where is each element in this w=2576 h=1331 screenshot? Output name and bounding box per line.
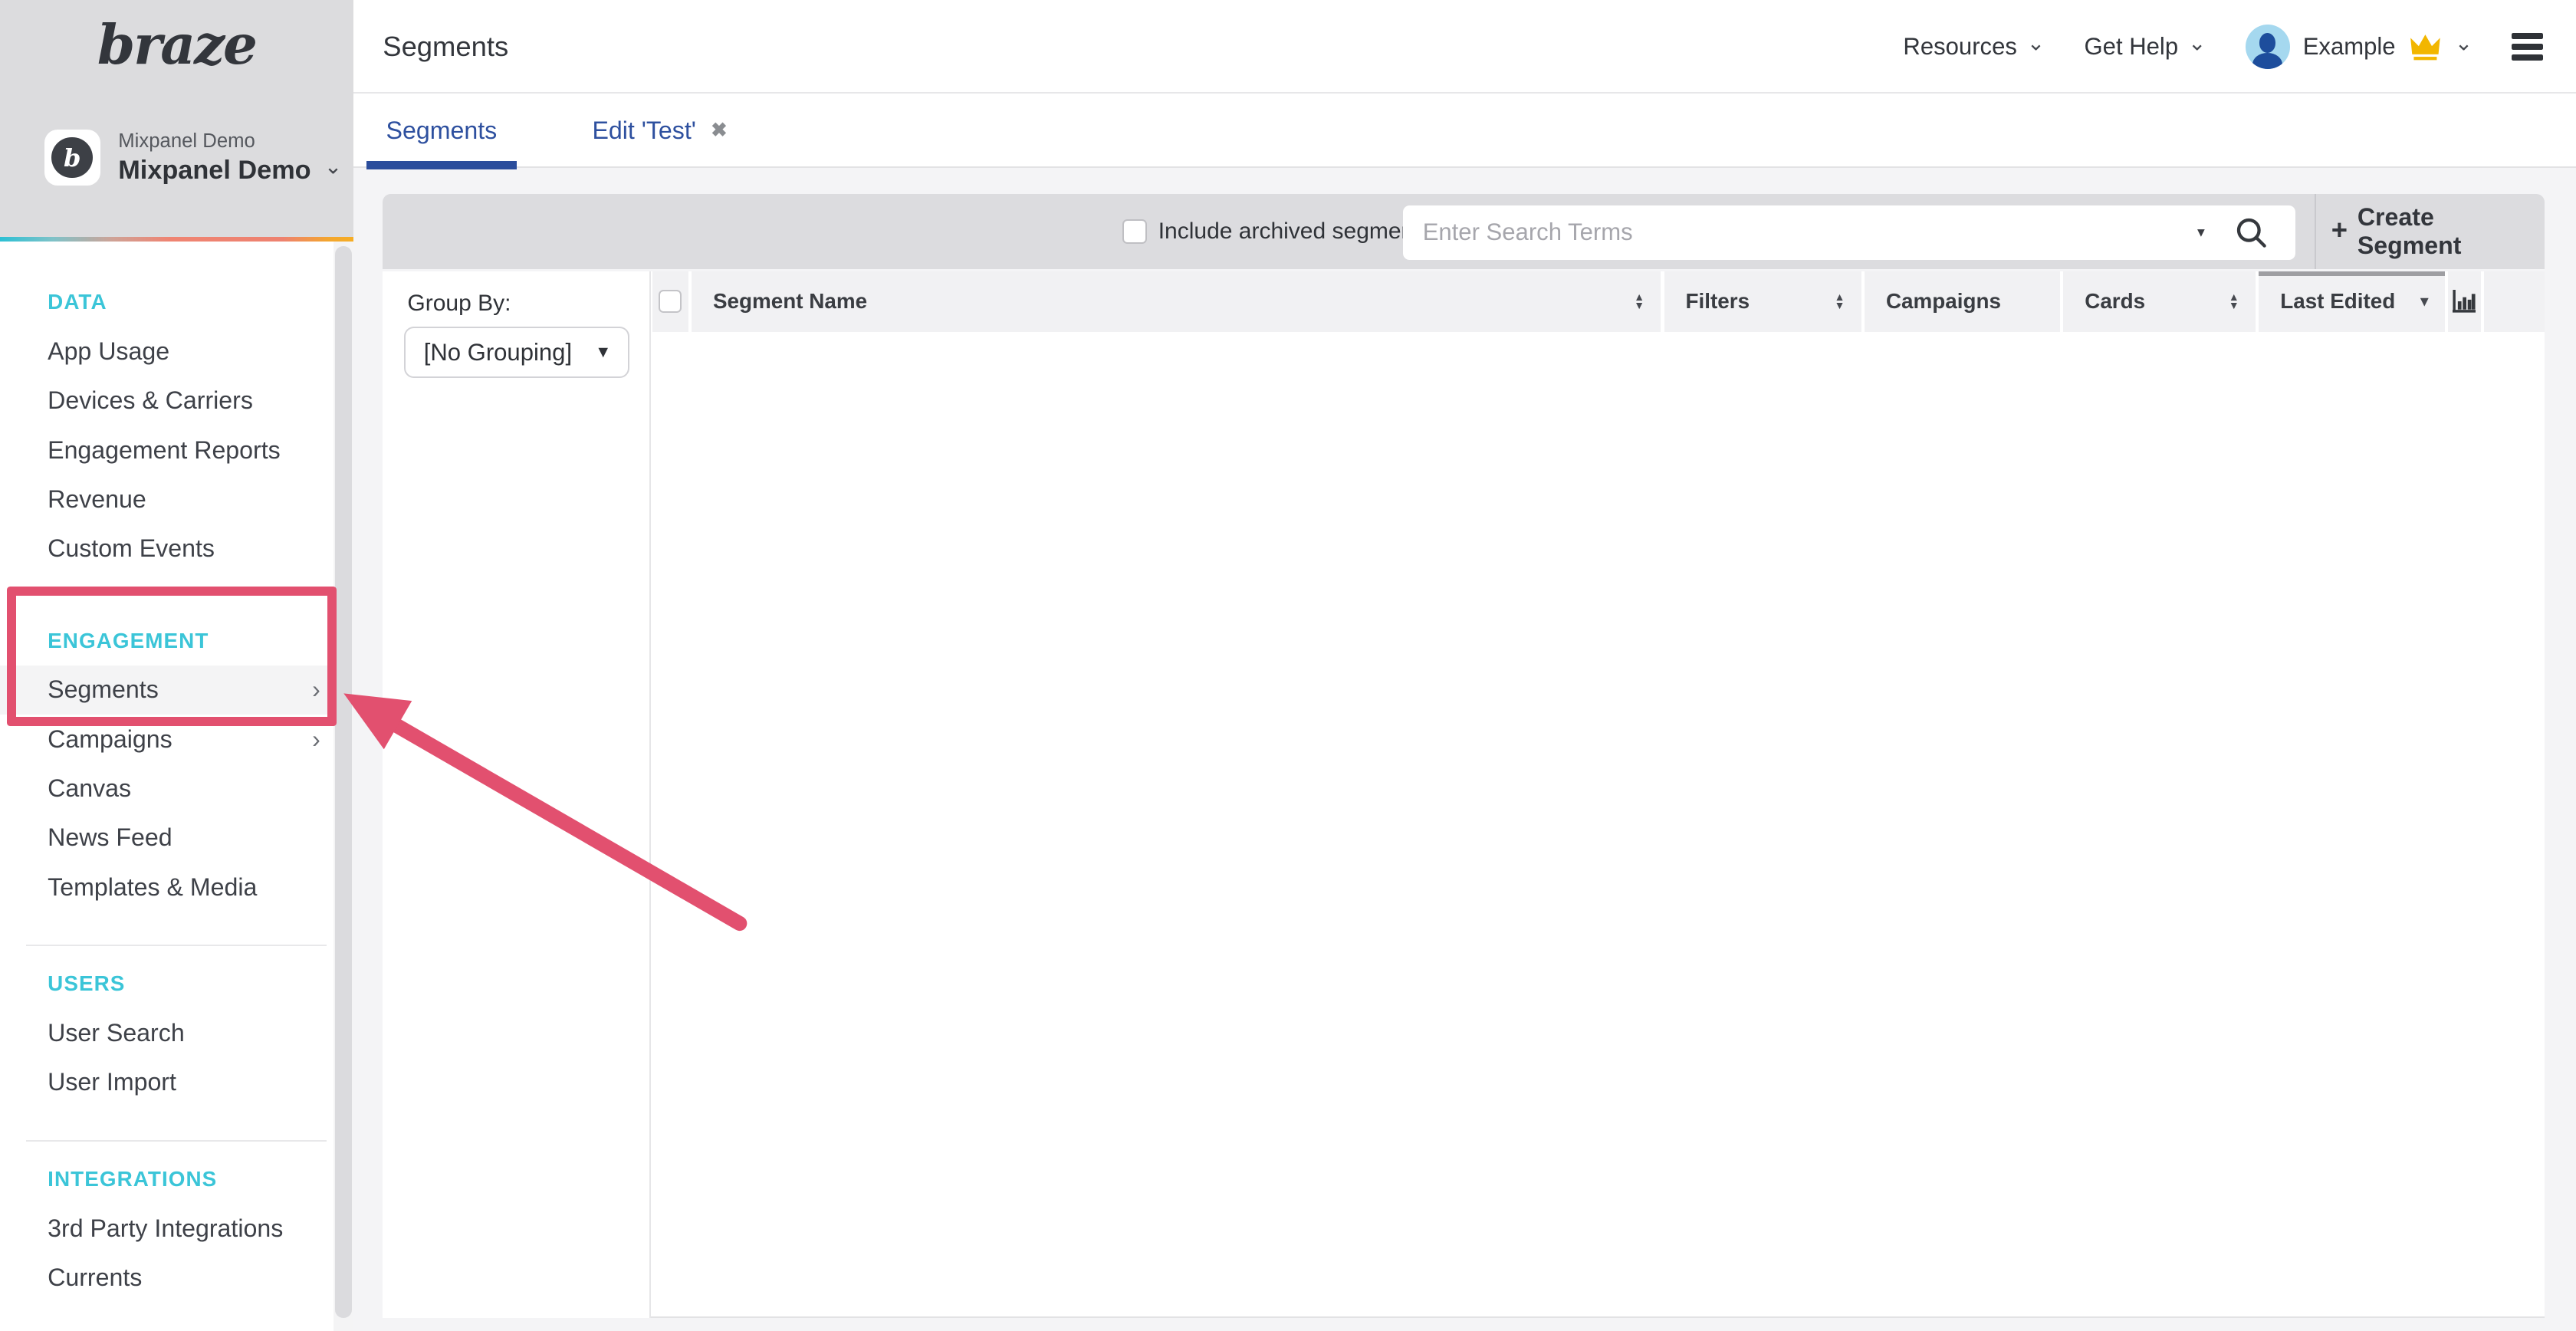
chevron-right-icon: › bbox=[312, 725, 320, 754]
top-nav-right: Resources ⌄ Get Help ⌄ Example ⌄ bbox=[1903, 0, 2543, 94]
group-by-label: Group By: bbox=[407, 291, 511, 317]
plus-icon: + bbox=[2331, 216, 2348, 244]
user-name: Example bbox=[2303, 33, 2396, 61]
group-by-panel: Group By: [No Grouping] ▼ bbox=[383, 271, 650, 1318]
sidebar-nav: DATA App Usage Devices & Carriers Engage… bbox=[0, 242, 353, 1303]
chevron-down-icon: ⌄ bbox=[2027, 33, 2045, 54]
include-archived-control: Include archived segments bbox=[1122, 194, 1432, 270]
search-icon[interactable] bbox=[2234, 215, 2269, 250]
sidebar-item-revenue[interactable]: Revenue bbox=[0, 475, 353, 524]
section-heading-data: DATA bbox=[0, 278, 353, 327]
braze-logo: braze bbox=[0, 13, 353, 77]
search-box: ▾ bbox=[1403, 205, 2295, 260]
sidebar-item-user-search[interactable]: User Search bbox=[0, 1008, 353, 1057]
column-label: Filters bbox=[1686, 289, 1835, 314]
include-archived-checkbox[interactable] bbox=[1122, 219, 1147, 244]
column-label: Cards bbox=[2085, 289, 2229, 314]
tab-edit-test[interactable]: Edit 'Test' ✖ bbox=[583, 94, 738, 167]
column-header-last-edited[interactable]: Last Edited ▾ bbox=[2259, 271, 2444, 332]
tab-bar: Segments Edit 'Test' ✖ bbox=[0, 94, 2576, 167]
include-archived-label: Include archived segments bbox=[1158, 219, 1432, 245]
sort-icon: ▲▼ bbox=[1634, 293, 1644, 309]
chevron-right-icon: › bbox=[312, 675, 320, 704]
section-heading-integrations: INTEGRATIONS bbox=[0, 1155, 353, 1204]
tab-label: Segments bbox=[386, 117, 498, 145]
toolbar-divider bbox=[2315, 194, 2316, 270]
sidebar: braze b Mixpanel Demo Mixpanel Demo ⌄ DA… bbox=[0, 0, 353, 1331]
workspace-name: Mixpanel Demo bbox=[118, 156, 310, 186]
column-label: Last Edited bbox=[2280, 289, 2420, 314]
segments-table: Segment Name ▲▼ Filters ▲▼ Campaigns Car… bbox=[651, 271, 2545, 1318]
select-all-checkbox[interactable] bbox=[659, 290, 682, 313]
sort-icon: ▲▼ bbox=[1835, 293, 1845, 309]
close-icon[interactable]: ✖ bbox=[711, 119, 728, 142]
page-title: Segments bbox=[383, 0, 508, 94]
column-label: Campaigns bbox=[1886, 289, 2044, 314]
group-by-dropdown[interactable]: [No Grouping] ▼ bbox=[404, 327, 629, 377]
column-header-spacer bbox=[2484, 271, 2545, 332]
resources-menu[interactable]: Resources ⌄ bbox=[1903, 33, 2045, 61]
hamburger-menu-icon[interactable] bbox=[2512, 33, 2543, 60]
top-nav-bar: Segments Resources ⌄ Get Help ⌄ Example … bbox=[0, 0, 2576, 94]
group-by-value: [No Grouping] bbox=[424, 339, 572, 366]
user-menu[interactable]: Example ⌄ bbox=[2246, 25, 2472, 69]
sidebar-item-custom-events[interactable]: Custom Events bbox=[0, 524, 353, 573]
sidebar-item-campaigns[interactable]: Campaigns › bbox=[0, 715, 353, 764]
sidebar-item-engagement-reports[interactable]: Engagement Reports bbox=[0, 426, 353, 475]
sidebar-item-currents[interactable]: Currents bbox=[0, 1254, 353, 1303]
braze-dashboard: Segments Resources ⌄ Get Help ⌄ Example … bbox=[0, 0, 2576, 1331]
user-avatar-icon bbox=[2246, 25, 2290, 69]
sidebar-item-news-feed[interactable]: News Feed bbox=[0, 813, 353, 863]
column-label: Segment Name bbox=[713, 289, 1634, 314]
create-segment-label: Create Segment bbox=[2358, 203, 2545, 260]
sidebar-item-devices-carriers[interactable]: Devices & Carriers bbox=[0, 376, 353, 426]
column-header-segment-name[interactable]: Segment Name ▲▼ bbox=[692, 271, 1661, 332]
sort-desc-icon: ▾ bbox=[2420, 292, 2428, 311]
get-help-menu[interactable]: Get Help ⌄ bbox=[2085, 33, 2206, 61]
sidebar-item-templates-media[interactable]: Templates & Media bbox=[0, 863, 353, 912]
search-input[interactable] bbox=[1403, 205, 2159, 260]
search-dropdown-caret-icon[interactable]: ▾ bbox=[2197, 205, 2205, 260]
column-header-filters[interactable]: Filters ▲▼ bbox=[1664, 271, 1861, 332]
section-heading-users: USERS bbox=[0, 959, 353, 1008]
segments-toolbar: Include archived segments ▾ + Create Seg… bbox=[383, 194, 2545, 270]
create-segment-button[interactable]: + Create Segment bbox=[2331, 194, 2545, 270]
select-all-cell bbox=[652, 271, 688, 332]
sidebar-item-segments[interactable]: Segments › bbox=[0, 666, 353, 715]
sidebar-item-3rd-party-integrations[interactable]: 3rd Party Integrations bbox=[0, 1204, 353, 1253]
sidebar-divider bbox=[26, 945, 327, 946]
workspace-app-name: Mixpanel Demo bbox=[118, 130, 342, 153]
resources-label: Resources bbox=[1903, 33, 2016, 61]
chevron-down-icon: ⌄ bbox=[2188, 33, 2206, 54]
sidebar-item-canvas[interactable]: Canvas bbox=[0, 764, 353, 813]
table-header-row: Segment Name ▲▼ Filters ▲▼ Campaigns Car… bbox=[652, 271, 2545, 332]
bar-chart-icon bbox=[2453, 290, 2476, 313]
crown-icon bbox=[2409, 33, 2442, 61]
sidebar-item-user-import[interactable]: User Import bbox=[0, 1058, 353, 1107]
sidebar-scrollbar-thumb[interactable] bbox=[335, 246, 351, 1317]
chevron-down-icon: ⌄ bbox=[324, 156, 342, 178]
workspace-selector[interactable]: b Mixpanel Demo Mixpanel Demo ⌄ bbox=[44, 130, 342, 186]
section-heading-engagement: ENGAGEMENT bbox=[0, 616, 353, 666]
column-header-cards[interactable]: Cards ▲▼ bbox=[2063, 271, 2256, 332]
column-header-campaigns[interactable]: Campaigns bbox=[1865, 271, 2060, 332]
column-header-analytics[interactable] bbox=[2448, 271, 2481, 332]
get-help-label: Get Help bbox=[2085, 33, 2179, 61]
sidebar-divider bbox=[26, 1140, 327, 1142]
sort-icon: ▲▼ bbox=[2229, 293, 2239, 309]
sidebar-header: braze b Mixpanel Demo Mixpanel Demo ⌄ bbox=[0, 0, 353, 242]
dropdown-caret-icon: ▼ bbox=[595, 343, 611, 362]
tab-label: Edit 'Test' bbox=[592, 117, 695, 145]
sidebar-item-app-usage[interactable]: App Usage bbox=[0, 327, 353, 376]
tab-segments[interactable]: Segments bbox=[376, 94, 507, 167]
chevron-down-icon: ⌄ bbox=[2455, 33, 2472, 54]
workspace-avatar: b bbox=[44, 130, 100, 186]
